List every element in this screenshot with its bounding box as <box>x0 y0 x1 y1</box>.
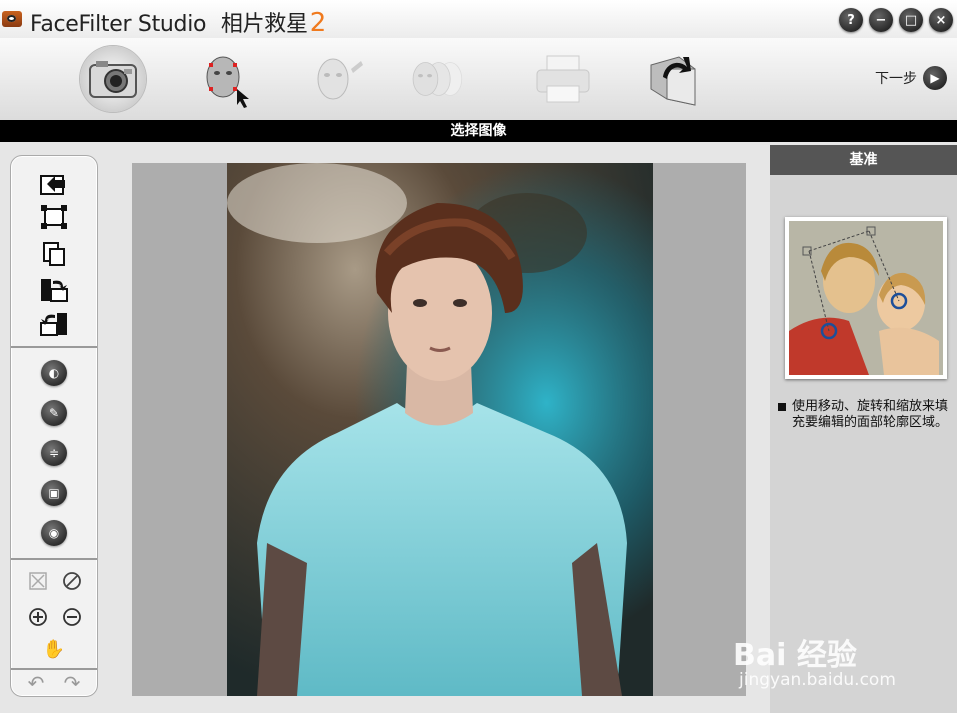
portrait-image <box>227 163 653 696</box>
title-bar: FaceFilter Studio 相片救星2 ? − □ × <box>0 0 957 38</box>
reference-panel-title: 基准 <box>770 145 957 175</box>
app-name: FaceFilter Studio <box>30 12 207 37</box>
fit-icon <box>29 572 47 590</box>
crop-icon <box>41 205 67 229</box>
next-step-label: 下一步 <box>875 71 917 87</box>
undo-icon: ↶ <box>27 671 45 695</box>
level-button[interactable]: ≑ <box>37 438 71 468</box>
close-button[interactable]: × <box>929 8 953 32</box>
paste-icon <box>43 242 65 266</box>
export-icon <box>650 56 696 106</box>
wrench-icon: ✎ <box>41 400 67 426</box>
loaded-photo[interactable] <box>227 163 653 696</box>
app-eye-icon <box>2 11 22 27</box>
face-select-tool-button[interactable] <box>194 46 260 112</box>
face-edit-icon <box>317 58 363 100</box>
redeye-button[interactable]: ◉ <box>37 518 71 548</box>
minimize-button[interactable]: − <box>869 8 893 32</box>
adjust-button[interactable]: ◐ <box>37 358 71 388</box>
reference-image <box>785 217 947 379</box>
palette-divider <box>11 558 97 560</box>
paste-button[interactable] <box>37 238 71 268</box>
level-icon: ≑ <box>41 440 67 466</box>
face-morph-tool-button[interactable] <box>404 46 470 112</box>
maximize-button[interactable]: □ <box>899 8 923 32</box>
zoom-in-icon <box>29 608 47 626</box>
undo-button[interactable]: ↶ <box>19 668 53 698</box>
adjust-icon: ◐ <box>41 360 67 386</box>
cancel-button[interactable] <box>55 566 89 596</box>
app-subtitle: 相片救星 <box>220 12 308 37</box>
rotate-left-icon <box>40 313 67 336</box>
app-title: FaceFilter Studio 相片救星2 <box>30 6 326 38</box>
crop-button[interactable] <box>37 202 71 232</box>
repair-button[interactable]: ✎ <box>37 398 71 428</box>
face-edit-tool-button[interactable] <box>304 46 370 112</box>
printer-icon <box>536 55 590 103</box>
section-header: 选择图像 <box>0 120 957 142</box>
rotate-right-button[interactable] <box>37 274 71 304</box>
watermark-url: jingyan.baidu.com <box>739 670 896 690</box>
print-tool-button[interactable] <box>530 46 596 112</box>
arrow-right-icon: ▶ <box>923 66 947 90</box>
madonna-reference-image <box>789 221 943 375</box>
zoom-out-icon <box>63 608 81 626</box>
frame-button[interactable]: ▣ <box>37 478 71 508</box>
frame-icon: ▣ <box>41 480 67 506</box>
open-icon <box>40 175 65 195</box>
camera-icon <box>89 61 137 98</box>
pan-button[interactable]: ✋ <box>37 634 71 664</box>
bullet-marker <box>778 403 786 411</box>
watermark-brand: Bai 经验 <box>733 638 857 673</box>
open-image-button[interactable] <box>37 168 71 198</box>
app-version: 2 <box>309 8 327 38</box>
palette-divider <box>11 346 97 348</box>
next-step-button[interactable]: 下一步 ▶ <box>875 66 947 90</box>
fit-to-window-button[interactable] <box>21 566 55 596</box>
face-morph-icon <box>412 62 463 96</box>
eye-icon: ◉ <box>41 520 67 546</box>
redo-button[interactable]: ↷ <box>55 668 89 698</box>
rotate-left-button[interactable] <box>37 308 71 338</box>
cancel-icon <box>63 572 81 590</box>
tool-palette: ◐ ✎ ≑ ▣ ◉ ✋ ↶ ↷ <box>10 155 98 697</box>
instruction-text: 使用移动、旋转和缩放来填充要编辑的面部轮廓区域。 <box>792 399 949 430</box>
camera-tool-button[interactable] <box>80 46 146 112</box>
baidu-watermark: Bai 经验 jingyan.baidu.com <box>733 612 923 692</box>
hand-icon: ✋ <box>42 638 66 660</box>
help-button[interactable]: ? <box>839 8 863 32</box>
main-toolbar: 下一步 ▶ <box>0 38 957 120</box>
export-tool-button[interactable] <box>640 46 706 112</box>
zoom-out-button[interactable] <box>55 602 89 632</box>
redo-icon: ↷ <box>63 671 81 695</box>
rotate-right-icon <box>41 279 68 302</box>
zoom-in-button[interactable] <box>21 602 55 632</box>
face-select-icon <box>206 56 249 108</box>
